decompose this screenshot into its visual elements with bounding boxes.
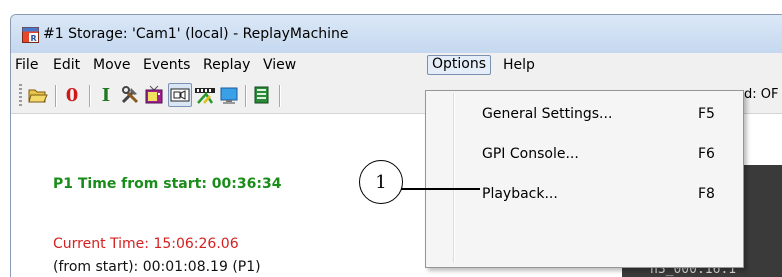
menu-replay[interactable]: Replay	[199, 56, 254, 74]
menu-item-label: General Settings...	[482, 106, 613, 122]
svg-text:R: R	[31, 34, 37, 43]
menu-options[interactable]: Options	[427, 55, 492, 75]
toolbar-separator	[245, 85, 247, 107]
playlist-icon[interactable]	[251, 84, 273, 106]
callout-leader-line	[401, 188, 480, 190]
menu-view[interactable]: View	[259, 56, 300, 74]
menu-item-shortcut: F5	[698, 106, 715, 122]
title-bar[interactable]: R #1 Storage: 'Cam1' (local) - ReplayMac…	[11, 15, 782, 54]
menu-item-gpi-console[interactable]: GPI Console... F6	[428, 135, 739, 175]
menu-edit[interactable]: Edit	[49, 56, 84, 74]
callout-number: 1	[375, 171, 387, 193]
menu-file[interactable]: File	[11, 56, 42, 74]
menu-item-label: Playback...	[482, 186, 558, 202]
from-start-time: (from start): 00:01:08.19 (P1)	[53, 259, 261, 275]
in-point-icon[interactable]: I	[95, 84, 117, 106]
current-time: Current Time: 15:06:26.06	[53, 236, 239, 252]
open-folder-icon[interactable]	[27, 84, 49, 106]
menu-item-general-settings[interactable]: General Settings... F5	[428, 95, 739, 135]
callout-marker: 1	[359, 160, 403, 204]
menu-events[interactable]: Events	[139, 56, 194, 74]
menu-item-shortcut: F8	[698, 186, 715, 202]
menu-help[interactable]: Help	[499, 56, 539, 74]
toolbar-grip[interactable]	[19, 84, 22, 106]
options-dropdown-menu: General Settings... F5 GPI Console... F6…	[425, 90, 744, 268]
menu-move[interactable]: Move	[89, 56, 135, 74]
toolbar-separator	[279, 85, 281, 107]
toolbar-status-text: d: OF	[744, 87, 779, 102]
menu-item-label: GPI Console...	[482, 146, 579, 162]
monitor-icon[interactable]	[218, 84, 240, 106]
app-icon: R	[22, 27, 39, 43]
camera-preview-icon[interactable]	[168, 83, 192, 107]
zero-icon[interactable]: 0	[61, 84, 83, 106]
toolbar-separator	[89, 85, 91, 107]
tools-icon[interactable]	[119, 84, 141, 106]
cut-effects-icon[interactable]	[194, 84, 216, 106]
menu-item-playback[interactable]: Playback... F8	[428, 175, 739, 215]
toolbar-separator	[55, 85, 57, 107]
tv-icon[interactable]	[143, 84, 165, 106]
menu-item-shortcut: F6	[698, 146, 715, 162]
window-title: #1 Storage: 'Cam1' (local) - ReplayMachi…	[43, 26, 349, 42]
p1-time-from-start: P1 Time from start: 00:36:34	[53, 176, 282, 192]
menu-bar: File Edit Move Events Replay View Option…	[11, 53, 782, 77]
